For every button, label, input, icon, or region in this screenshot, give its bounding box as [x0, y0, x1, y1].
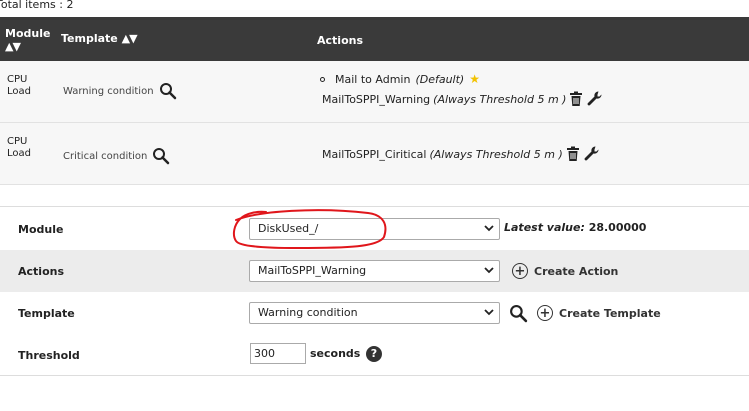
latest-value-label: Latest value: [504, 221, 585, 234]
action-detail: (Always Threshold 5 m ) [433, 92, 567, 106]
template-name: Warning condition [63, 85, 154, 97]
module-line: CPU [7, 136, 28, 147]
create-template-label: Create Template [559, 306, 661, 320]
section-divider [0, 186, 749, 207]
header-module[interactable]: Module ▲▼ [5, 27, 50, 53]
chevron-down-icon [484, 309, 494, 316]
threshold-unit: seconds [310, 347, 361, 360]
magnifier-icon[interactable] [509, 304, 528, 323]
help-icon[interactable]: ? [366, 346, 382, 362]
action-line: MailToSPPI_Warning (Always Threshold 5 m… [322, 90, 604, 108]
module-line: Load [7, 86, 31, 97]
action-name: MailToSPPI_Ciritical [322, 147, 427, 161]
create-template-button[interactable]: + Create Template [537, 305, 661, 321]
default-action: Mail to Admin (Default) ★ [320, 72, 604, 86]
template-select[interactable]: Warning condition [249, 302, 500, 324]
form-row-template: Template Warning condition + Create Temp… [0, 292, 749, 334]
row-template: Critical condition [63, 147, 170, 165]
module-label: Module [18, 223, 64, 236]
table-row: CPU Load Warning condition Mail to Admin… [0, 61, 749, 123]
create-action-button[interactable]: + Create Action [512, 263, 618, 279]
header-template[interactable]: Template ▲▼ [61, 32, 138, 45]
chevron-down-icon [484, 267, 494, 274]
default-tag: (Default) [415, 72, 465, 86]
template-select-value: Warning condition [258, 306, 358, 319]
latest-value-number: 28.00000 [588, 221, 647, 234]
threshold-input[interactable]: 300 [250, 343, 306, 364]
default-action-name: Mail to Admin [335, 72, 411, 86]
header-actions: Actions [317, 34, 363, 47]
table-header: Module ▲▼ Template ▲▼ Actions [0, 17, 749, 61]
form-row-actions: Actions MailToSPPI_Warning + Create Acti… [0, 250, 749, 292]
sort-arrows-icon[interactable]: ▲▼ [5, 40, 50, 53]
actions-select[interactable]: MailToSPPI_Warning [249, 260, 500, 282]
create-action-label: Create Action [534, 264, 619, 278]
wrench-icon[interactable] [583, 145, 601, 163]
trash-icon[interactable] [569, 91, 583, 107]
action-line: MailToSPPI_Ciritical (Always Threshold 5… [322, 145, 601, 163]
row-module: CPU Load [7, 136, 31, 160]
bullet-icon [320, 76, 325, 82]
form-row-threshold: Threshold 300 seconds ? [0, 334, 749, 376]
threshold-value: 300 [254, 347, 275, 360]
plus-circle-icon: + [512, 263, 528, 279]
star-icon: ★ [469, 72, 480, 86]
actions-label: Actions [18, 265, 64, 278]
sort-arrows-icon[interactable]: ▲▼ [122, 32, 138, 45]
template-label: Template [18, 307, 75, 320]
wrench-icon[interactable] [586, 90, 604, 108]
latest-value: Latest value: 28.00000 [504, 221, 646, 234]
template-name: Critical condition [63, 150, 148, 162]
row-template: Warning condition [63, 82, 177, 100]
row-actions: MailToSPPI_Ciritical (Always Threshold 5… [322, 145, 601, 163]
actions-select-value: MailToSPPI_Warning [258, 264, 367, 277]
module-select-value: DiskUsed_/ [258, 222, 319, 235]
row-actions: Mail to Admin (Default) ★ MailToSPPI_War… [320, 72, 604, 108]
header-module-label: Module [5, 27, 51, 40]
action-name: MailToSPPI_Warning [322, 92, 431, 106]
chevron-down-icon [484, 225, 494, 232]
plus-circle-icon: + [537, 305, 553, 321]
magnifier-icon[interactable] [159, 82, 177, 100]
trash-icon[interactable] [566, 146, 580, 162]
module-select[interactable]: DiskUsed_/ [249, 218, 500, 240]
table-row: CPU Load Critical condition MailToSPPI_C… [0, 123, 749, 185]
header-template-label: Template [61, 32, 118, 45]
total-items: Total items : 2 [0, 0, 74, 11]
threshold-label: Threshold [18, 349, 80, 362]
bottom-divider [0, 375, 749, 376]
module-line: CPU [7, 74, 28, 85]
action-detail: (Always Threshold 5 m ) [429, 147, 563, 161]
form-row-module: Module DiskUsed_/ Latest value: 28.00000 [0, 208, 749, 250]
row-module: CPU Load [7, 74, 31, 98]
module-line: Load [7, 148, 31, 159]
magnifier-icon[interactable] [152, 147, 170, 165]
